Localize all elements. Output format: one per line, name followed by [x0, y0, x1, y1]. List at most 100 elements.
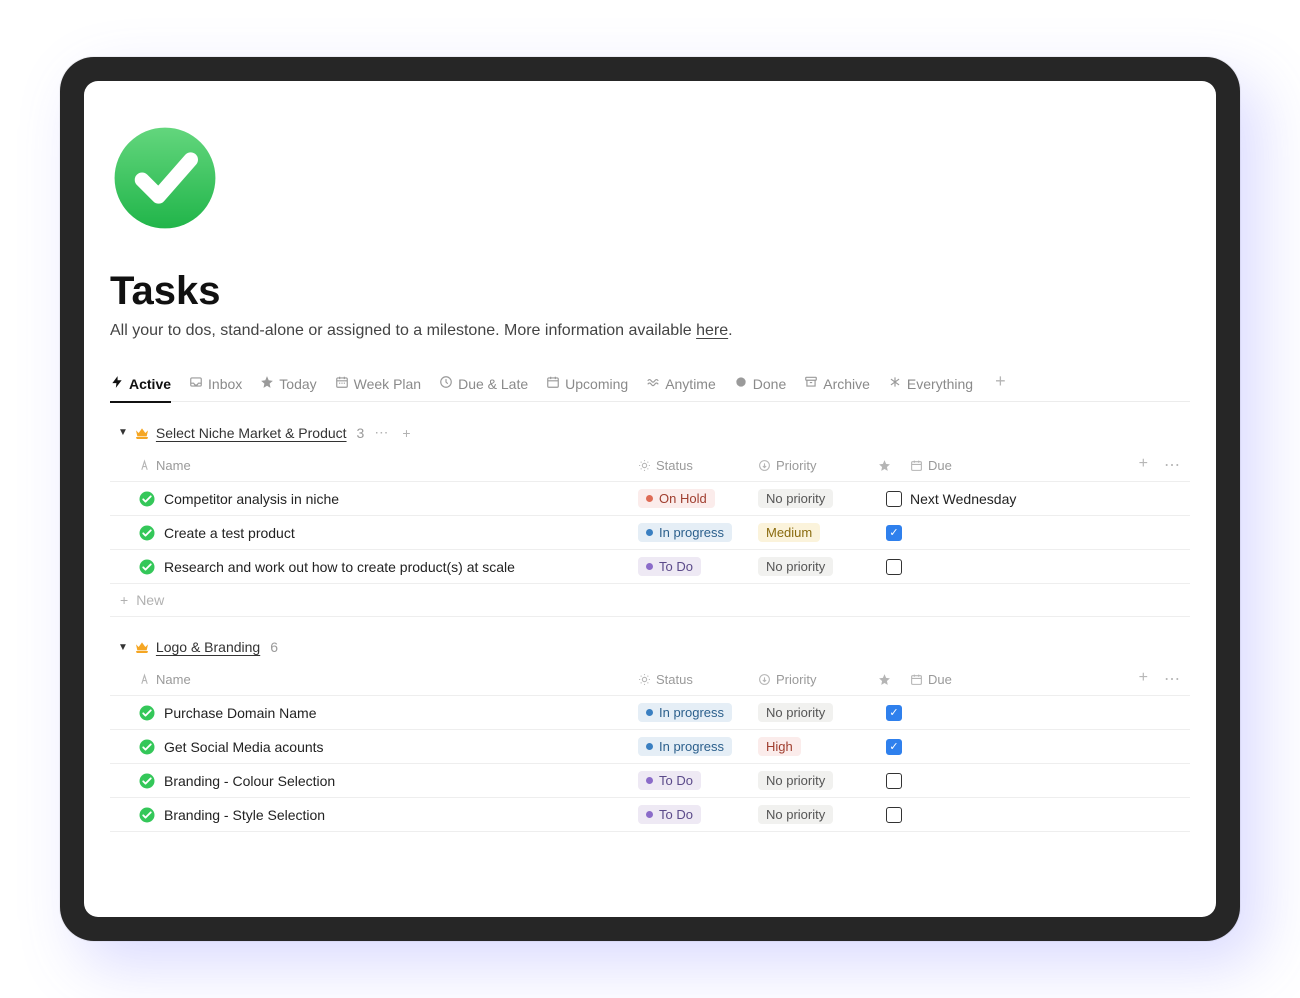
star-checkbox[interactable] — [886, 807, 902, 823]
col-priority[interactable]: Priority — [758, 672, 878, 687]
add-view-button[interactable]: + — [991, 371, 1010, 398]
table-row[interactable]: Branding - Style Selection To Do No prio… — [110, 798, 1190, 832]
group-add[interactable]: + — [398, 425, 414, 441]
star-cell[interactable]: ✓ — [878, 739, 910, 755]
star-cell[interactable] — [878, 773, 910, 789]
star-cell[interactable] — [878, 491, 910, 507]
group-menu[interactable]: ⋯ — [370, 424, 392, 441]
task-check-icon — [138, 490, 156, 508]
task-name-cell[interactable]: Research and work out how to create prod… — [138, 558, 638, 576]
group-toggle[interactable]: ▼ — [118, 642, 128, 653]
group-count: 3 — [357, 425, 365, 441]
col-due[interactable]: Due — [910, 672, 1120, 687]
col-due[interactable]: Due — [910, 458, 1120, 473]
priority-cell[interactable]: No priority — [758, 703, 878, 722]
here-link[interactable]: here — [696, 322, 728, 339]
task-check-icon — [138, 524, 156, 542]
col-name[interactable]: Name — [138, 672, 638, 687]
priority-cell[interactable]: No priority — [758, 489, 878, 508]
task-name-cell[interactable]: Create a test product — [138, 524, 638, 542]
table-row[interactable]: Create a test product In progress Medium… — [110, 516, 1190, 550]
tab-upcoming[interactable]: Upcoming — [546, 369, 628, 402]
star-checkbox[interactable]: ✓ — [886, 739, 902, 755]
tablet-frame: Tasks All your to dos, stand-alone or as… — [60, 57, 1240, 941]
table-row[interactable]: Purchase Domain Name In progress No prio… — [110, 696, 1190, 730]
plus-icon: + — [120, 592, 128, 608]
status-cell[interactable]: In progress — [638, 523, 758, 542]
priority-cell[interactable]: No priority — [758, 557, 878, 576]
status-cell[interactable]: In progress — [638, 737, 758, 756]
tab-archive[interactable]: Archive — [804, 369, 870, 402]
tab-inbox[interactable]: Inbox — [189, 369, 242, 402]
tab-label: Inbox — [208, 376, 242, 392]
screen: Tasks All your to dos, stand-alone or as… — [84, 81, 1216, 917]
group-toggle[interactable]: ▼ — [118, 427, 128, 438]
priority-cell[interactable]: Medium — [758, 523, 878, 542]
status-cell[interactable]: On Hold — [638, 489, 758, 508]
col-menu[interactable]: ⋯ — [1164, 455, 1180, 475]
col-menu[interactable]: ⋯ — [1164, 669, 1180, 689]
tab-anytime[interactable]: Anytime — [646, 369, 716, 402]
tab-due-late[interactable]: Due & Late — [439, 369, 528, 402]
status-cell[interactable]: In progress — [638, 703, 758, 722]
view-tabs: Active Inbox Today Week Plan Due & Late Upcom… — [110, 368, 1190, 402]
tab-active[interactable]: Active — [110, 369, 171, 402]
status-cell[interactable]: To Do — [638, 557, 758, 576]
group-count: 6 — [270, 639, 278, 655]
archive-icon — [804, 375, 818, 392]
priority-cell[interactable]: No priority — [758, 805, 878, 824]
table-row[interactable]: Research and work out how to create prod… — [110, 550, 1190, 584]
priority-cell[interactable]: High — [758, 737, 878, 756]
task-name: Branding - Style Selection — [164, 807, 325, 823]
tab-everything[interactable]: Everything — [888, 369, 973, 402]
task-name-cell[interactable]: Purchase Domain Name — [138, 704, 638, 722]
status-cell[interactable]: To Do — [638, 771, 758, 790]
tab-done[interactable]: Done — [734, 369, 786, 402]
tab-label: Archive — [823, 376, 870, 392]
star-checkbox[interactable]: ✓ — [886, 705, 902, 721]
group-name[interactable]: Logo & Branding — [156, 639, 260, 655]
task-name-cell[interactable]: Branding - Style Selection — [138, 806, 638, 824]
subtitle-text: All your to dos, stand-alone or assigned… — [110, 322, 696, 339]
bolt-icon — [110, 375, 124, 392]
tab-week-plan[interactable]: Week Plan — [335, 369, 421, 402]
col-star[interactable] — [878, 673, 910, 686]
star-checkbox[interactable]: ✓ — [886, 525, 902, 541]
add-column[interactable]: + — [1139, 455, 1148, 475]
tab-today[interactable]: Today — [260, 369, 316, 402]
col-priority[interactable]: Priority — [758, 458, 878, 473]
col-status[interactable]: Status — [638, 672, 758, 687]
task-name: Research and work out how to create prod… — [164, 559, 515, 575]
task-group: ▼ Select Niche Market & Product 3 ⋯ + Nam… — [110, 424, 1190, 617]
star-cell[interactable] — [878, 559, 910, 575]
due-cell[interactable]: Next Wednesday — [910, 491, 1120, 507]
task-name: Get Social Media acounts — [164, 739, 324, 755]
star-cell[interactable]: ✓ — [878, 525, 910, 541]
col-name[interactable]: Name — [138, 458, 638, 473]
task-name-cell[interactable]: Branding - Colour Selection — [138, 772, 638, 790]
star-cell[interactable]: ✓ — [878, 705, 910, 721]
task-groups: ▼ Select Niche Market & Product 3 ⋯ + Nam… — [110, 424, 1190, 832]
table-row[interactable]: Competitor analysis in niche On Hold No … — [110, 482, 1190, 516]
star-checkbox[interactable] — [886, 491, 902, 507]
table-row[interactable]: Branding - Colour Selection To Do No pri… — [110, 764, 1190, 798]
col-star[interactable] — [878, 459, 910, 472]
task-name-cell[interactable]: Get Social Media acounts — [138, 738, 638, 756]
star-checkbox[interactable] — [886, 559, 902, 575]
page-logo — [110, 123, 220, 233]
tab-label: Active — [129, 376, 171, 392]
add-column[interactable]: + — [1139, 669, 1148, 689]
col-status[interactable]: Status — [638, 458, 758, 473]
task-check-icon — [138, 806, 156, 824]
table-header: Name Status Priority Due + ⋯ — [110, 449, 1190, 482]
group-name[interactable]: Select Niche Market & Product — [156, 425, 347, 441]
table-row[interactable]: Get Social Media acounts In progress Hig… — [110, 730, 1190, 764]
star-cell[interactable] — [878, 807, 910, 823]
tab-label: Anytime — [665, 376, 716, 392]
star-checkbox[interactable] — [886, 773, 902, 789]
new-row-button[interactable]: +New — [110, 584, 1190, 617]
tab-label: Done — [753, 376, 786, 392]
task-name-cell[interactable]: Competitor analysis in niche — [138, 490, 638, 508]
status-cell[interactable]: To Do — [638, 805, 758, 824]
priority-cell[interactable]: No priority — [758, 771, 878, 790]
